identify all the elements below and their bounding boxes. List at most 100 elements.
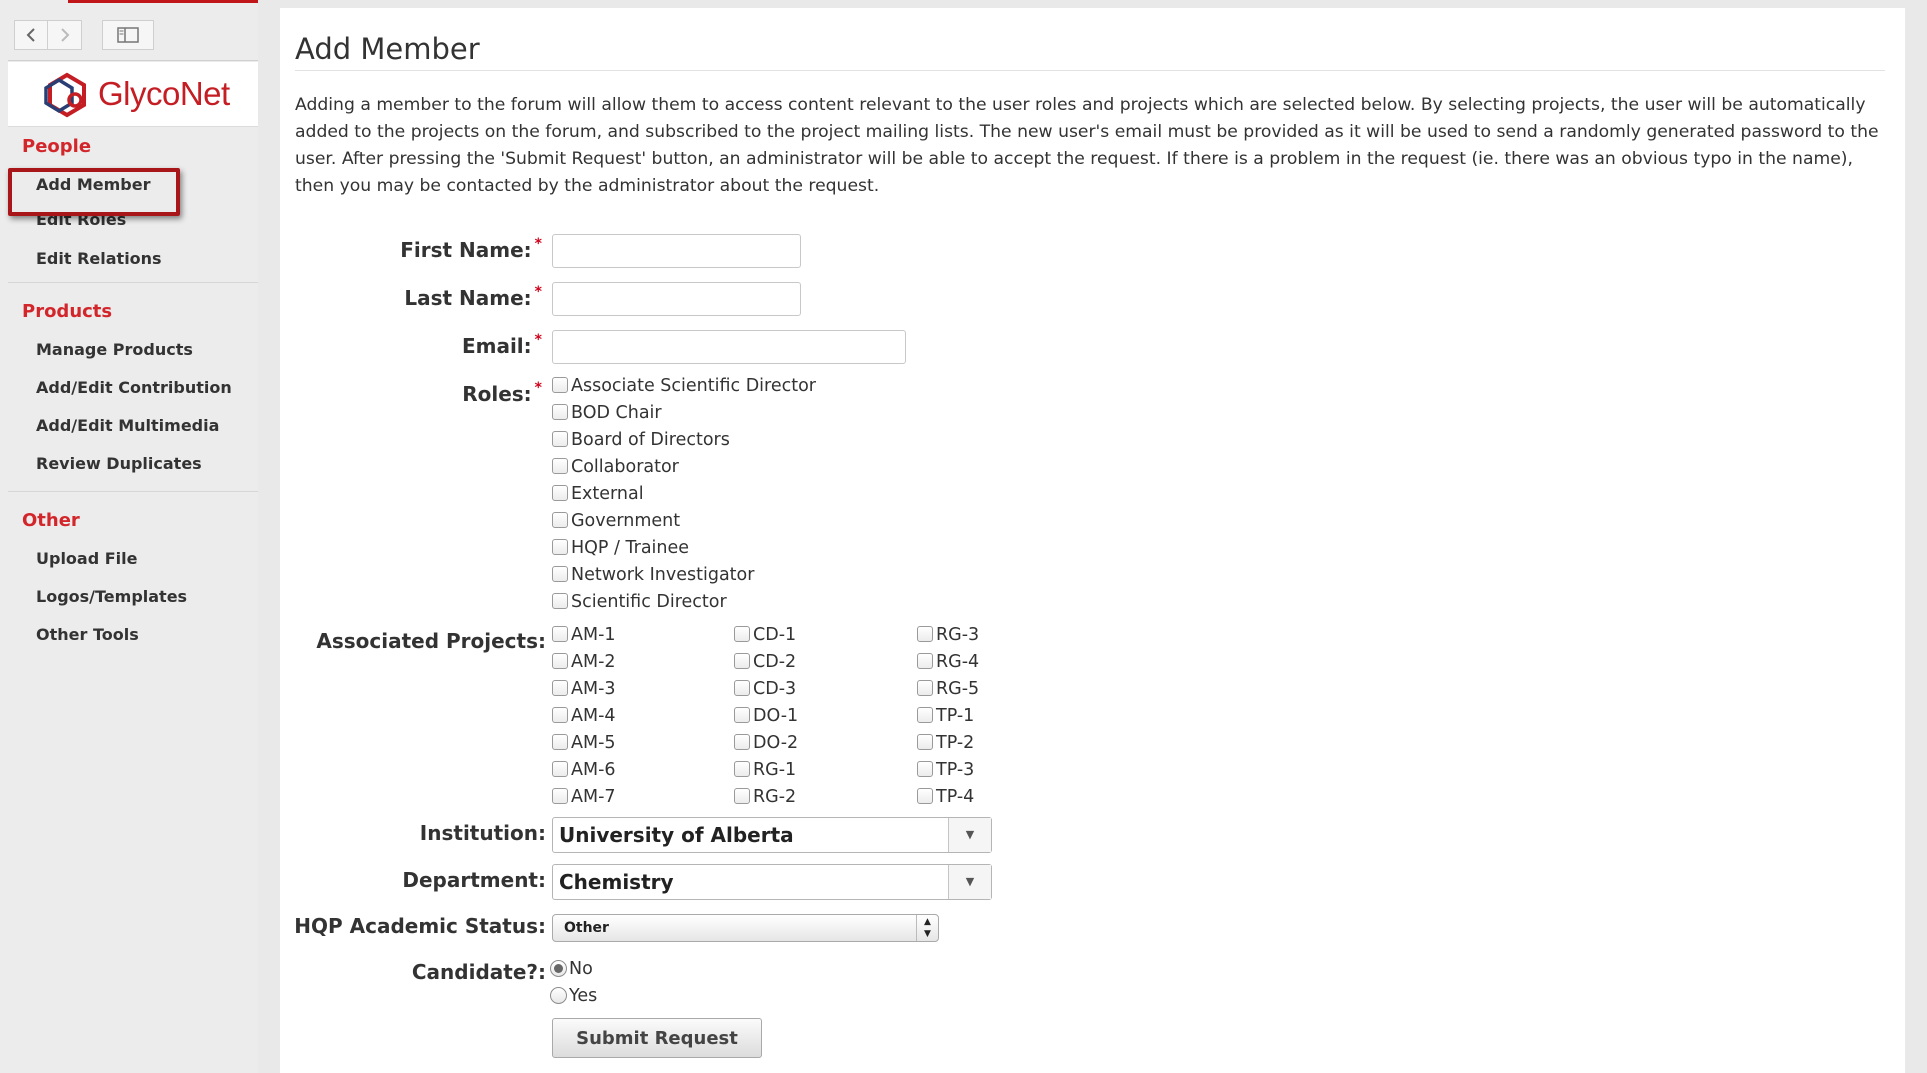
sidebar-item-manage-products[interactable]: Manage Products bbox=[8, 331, 258, 369]
project-checkbox[interactable]: AM-7 bbox=[552, 785, 616, 809]
checkbox-icon[interactable] bbox=[552, 653, 568, 669]
checkbox-icon[interactable] bbox=[917, 707, 933, 723]
checkbox-icon[interactable] bbox=[552, 512, 568, 528]
institution-value: University of Alberta bbox=[559, 823, 794, 847]
project-checkbox[interactable]: AM-1 bbox=[552, 623, 616, 647]
browser-nav-bar bbox=[8, 14, 258, 61]
candidate-radio-yes[interactable]: Yes bbox=[550, 984, 597, 1008]
checkbox-icon[interactable] bbox=[552, 404, 568, 420]
radio-checked-icon[interactable] bbox=[550, 960, 567, 977]
logo-text: GlycoNet bbox=[98, 75, 230, 112]
last-name-input[interactable] bbox=[552, 282, 801, 316]
project-checkbox[interactable]: RG-3 bbox=[917, 623, 979, 647]
email-input[interactable] bbox=[552, 330, 906, 364]
checkbox-icon[interactable] bbox=[552, 539, 568, 555]
checkbox-icon[interactable] bbox=[552, 626, 568, 642]
role-checkbox[interactable]: HQP / Trainee bbox=[552, 536, 689, 560]
checkbox-icon[interactable] bbox=[734, 734, 750, 750]
glyconet-logo[interactable]: GlycoNet bbox=[8, 62, 258, 127]
forward-button[interactable] bbox=[48, 20, 82, 50]
back-button[interactable] bbox=[14, 20, 48, 50]
project-checkbox[interactable]: CD-2 bbox=[734, 650, 796, 674]
checkbox-icon[interactable] bbox=[917, 788, 933, 804]
checkbox-icon[interactable] bbox=[734, 626, 750, 642]
sidebar-item-upload-file[interactable]: Upload File bbox=[8, 540, 258, 578]
project-checkbox[interactable]: DO-1 bbox=[734, 704, 798, 728]
checkbox-icon[interactable] bbox=[552, 593, 568, 609]
role-checkbox[interactable]: BOD Chair bbox=[552, 401, 662, 425]
checkbox-icon[interactable] bbox=[917, 761, 933, 777]
department-select[interactable]: Chemistry ▼ bbox=[552, 864, 992, 900]
checkbox-icon[interactable] bbox=[552, 458, 568, 474]
sidebar-item-other-tools[interactable]: Other Tools bbox=[8, 616, 258, 654]
sidebar-toggle-button[interactable] bbox=[102, 20, 154, 50]
checkbox-icon[interactable] bbox=[552, 431, 568, 447]
checkbox-icon[interactable] bbox=[917, 734, 933, 750]
menu-divider bbox=[8, 282, 258, 283]
project-checkbox[interactable]: TP-1 bbox=[917, 704, 974, 728]
submit-request-button[interactable]: Submit Request bbox=[552, 1018, 762, 1058]
sidebar-item-review-duplicates[interactable]: Review Duplicates bbox=[8, 445, 258, 483]
sidebar-item-add-member[interactable]: Add Member bbox=[8, 166, 258, 204]
checkbox-icon[interactable] bbox=[734, 788, 750, 804]
checkbox-icon[interactable] bbox=[734, 653, 750, 669]
project-checkbox[interactable]: RG-2 bbox=[734, 785, 796, 809]
project-checkbox[interactable]: RG-4 bbox=[917, 650, 979, 674]
chevron-down-icon[interactable]: ▼ bbox=[948, 865, 991, 899]
candidate-radio-no[interactable]: No bbox=[550, 957, 593, 981]
checkbox-icon[interactable] bbox=[552, 761, 568, 777]
sidebar-item-add-edit-contribution[interactable]: Add/Edit Contribution bbox=[8, 369, 258, 407]
checkbox-icon[interactable] bbox=[917, 680, 933, 696]
checkbox-icon[interactable] bbox=[734, 761, 750, 777]
sidebar-item-logos-templates[interactable]: Logos/Templates bbox=[8, 578, 258, 616]
institution-select[interactable]: University of Alberta ▼ bbox=[552, 817, 992, 853]
checkbox-icon[interactable] bbox=[734, 707, 750, 723]
hqp-status-value: Other bbox=[564, 920, 609, 936]
first-name-label: First Name: * bbox=[400, 236, 542, 262]
project-checkbox[interactable]: AM-5 bbox=[552, 731, 616, 755]
project-checkbox[interactable]: TP-2 bbox=[917, 731, 974, 755]
candidate-label: Candidate?: bbox=[411, 960, 546, 984]
radio-icon[interactable] bbox=[550, 987, 567, 1004]
section-other: Other bbox=[22, 510, 80, 531]
checkbox-icon[interactable] bbox=[734, 680, 750, 696]
role-checkbox[interactable]: External bbox=[552, 482, 644, 506]
role-checkbox[interactable]: Government bbox=[552, 509, 680, 533]
institution-label: Institution: bbox=[419, 821, 546, 845]
project-checkbox[interactable]: TP-4 bbox=[917, 785, 974, 809]
role-checkbox[interactable]: Collaborator bbox=[552, 455, 679, 479]
checkbox-icon[interactable] bbox=[552, 788, 568, 804]
chevron-down-icon[interactable]: ▼ bbox=[948, 818, 991, 852]
project-checkbox[interactable]: AM-6 bbox=[552, 758, 616, 782]
top-accent-bar bbox=[68, 0, 258, 3]
role-checkbox[interactable]: Scientific Director bbox=[552, 590, 727, 614]
sidebar-item-edit-relations[interactable]: Edit Relations bbox=[8, 238, 258, 274]
checkbox-icon[interactable] bbox=[552, 707, 568, 723]
sidebar-item-edit-roles[interactable]: Edit Roles bbox=[8, 204, 258, 238]
checkbox-icon[interactable] bbox=[552, 680, 568, 696]
checkbox-icon[interactable] bbox=[917, 626, 933, 642]
project-checkbox[interactable]: AM-2 bbox=[552, 650, 616, 674]
checkbox-icon[interactable] bbox=[552, 485, 568, 501]
project-checkbox[interactable]: CD-3 bbox=[734, 677, 796, 701]
associated-projects-label: Associated Projects: bbox=[316, 629, 546, 653]
project-checkbox[interactable]: RG-5 bbox=[917, 677, 979, 701]
project-checkbox[interactable]: AM-4 bbox=[552, 704, 616, 728]
sidebar-item-add-edit-multimedia[interactable]: Add/Edit Multimedia bbox=[8, 407, 258, 445]
checkbox-icon[interactable] bbox=[917, 653, 933, 669]
checkbox-icon[interactable] bbox=[552, 566, 568, 582]
main-content: Add Member Adding a member to the forum … bbox=[280, 8, 1905, 1073]
project-checkbox[interactable]: RG-1 bbox=[734, 758, 796, 782]
email-label: Email: * bbox=[461, 332, 542, 358]
role-checkbox[interactable]: Network Investigator bbox=[552, 563, 754, 587]
checkbox-icon[interactable] bbox=[552, 377, 568, 393]
project-checkbox[interactable]: DO-2 bbox=[734, 731, 798, 755]
project-checkbox[interactable]: AM-3 bbox=[552, 677, 616, 701]
role-checkbox[interactable]: Associate Scientific Director bbox=[552, 374, 816, 398]
role-checkbox[interactable]: Board of Directors bbox=[552, 428, 730, 452]
project-checkbox[interactable]: CD-1 bbox=[734, 623, 796, 647]
project-checkbox[interactable]: TP-3 bbox=[917, 758, 974, 782]
hqp-academic-status-select[interactable]: Other ▲ ▼ bbox=[552, 914, 939, 942]
first-name-input[interactable] bbox=[552, 234, 801, 268]
checkbox-icon[interactable] bbox=[552, 734, 568, 750]
